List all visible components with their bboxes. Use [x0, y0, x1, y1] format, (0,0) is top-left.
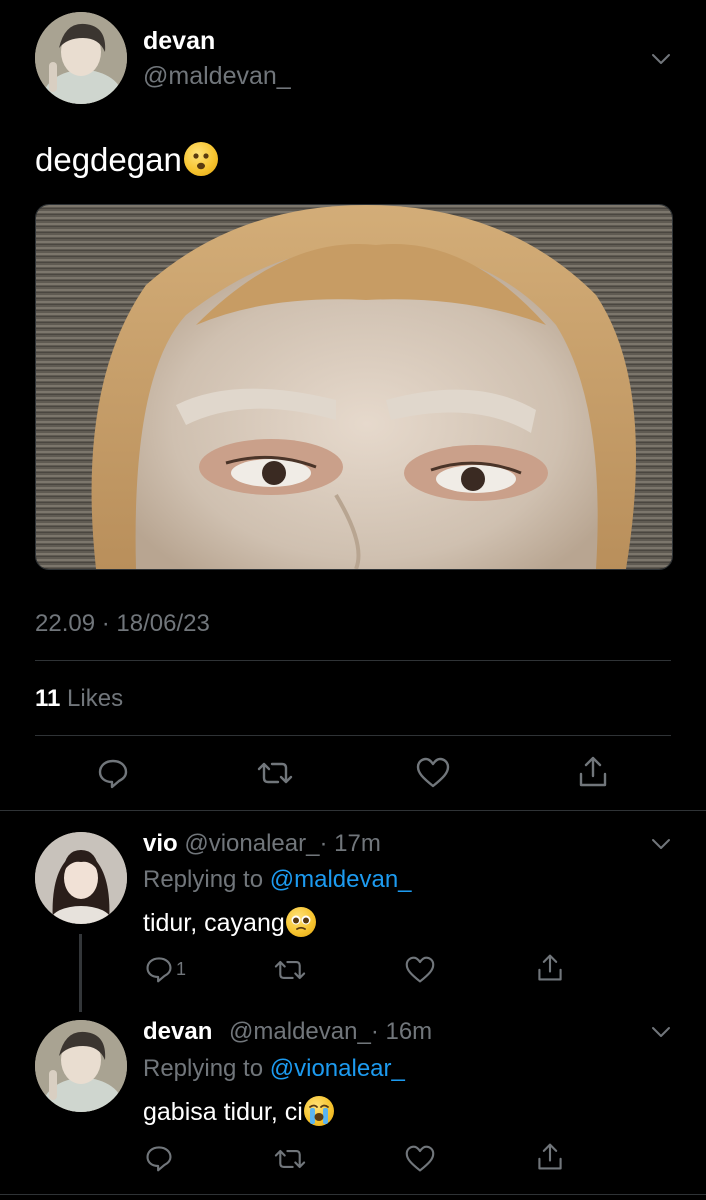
pleading-face-emoji-icon	[285, 907, 316, 938]
reply-text: gabisa tidur, ci	[143, 1095, 334, 1129]
heart-icon	[416, 757, 450, 788]
more-options-button[interactable]	[648, 48, 674, 70]
reply-author-handle[interactable]: @maldevan_	[229, 1018, 371, 1045]
more-options-button[interactable]	[648, 1021, 674, 1043]
reply-text-content: gabisa tidur, ci	[143, 1098, 303, 1126]
share-icon	[538, 954, 562, 981]
author-name[interactable]: devan	[143, 27, 215, 56]
reply-count: 1	[176, 959, 187, 979]
avatar-photo	[35, 832, 127, 924]
retweet-button[interactable]	[273, 955, 307, 985]
reply-author-name[interactable]: devan	[143, 1018, 212, 1045]
retweet-button[interactable]	[273, 1144, 307, 1174]
reply-header: vio @vionalear_· 17m	[143, 830, 381, 858]
like-button[interactable]	[404, 955, 436, 985]
reply-author-name[interactable]: vio	[143, 830, 178, 857]
reply-icon	[146, 1146, 172, 1172]
replying-to-handle[interactable]: @maldevan_	[270, 866, 412, 893]
author-handle[interactable]: @maldevan_	[143, 62, 291, 91]
like-button[interactable]	[404, 1144, 436, 1174]
heart-icon	[405, 956, 435, 983]
thread-connector-line	[79, 934, 82, 1012]
avatar-photo	[35, 12, 127, 104]
reply-text-content: tidur, cayang	[143, 909, 285, 937]
share-button[interactable]	[535, 1141, 565, 1173]
chevron-down-icon	[652, 1027, 670, 1037]
share-button[interactable]	[535, 952, 565, 984]
avatar-photo	[35, 1020, 127, 1112]
retweet-icon	[257, 762, 293, 784]
replying-to-line: Replying to @maldevan_	[143, 866, 412, 894]
tweet-timestamp[interactable]: 22.09 · 18/06/23	[35, 610, 210, 638]
reply-text: tidur, cayang	[143, 906, 316, 940]
reply-button[interactable]	[144, 1143, 174, 1173]
replying-to-prefix: Replying to	[143, 1055, 264, 1082]
reply-button[interactable]: 1	[144, 954, 196, 984]
tweet-image[interactable]	[35, 204, 673, 570]
likes-count: 11	[35, 685, 61, 712]
divider	[35, 660, 671, 661]
share-button[interactable]	[576, 754, 610, 790]
divider	[0, 1194, 706, 1195]
reply-time[interactable]: · 17m	[319, 830, 380, 857]
share-icon	[579, 756, 607, 787]
loudly-crying-face-emoji-icon	[303, 1096, 334, 1127]
divider	[35, 735, 671, 736]
heart-icon	[405, 1145, 435, 1172]
frowning-face-emoji-icon	[183, 142, 218, 177]
retweet-icon	[274, 961, 306, 979]
retweet-button[interactable]	[256, 756, 294, 790]
tweet-text: degdegan	[35, 140, 218, 180]
reply-header: devan @maldevan_· 16m	[143, 1018, 432, 1046]
selfie-photo	[36, 205, 672, 569]
reply-button[interactable]	[96, 756, 130, 790]
replying-to-handle[interactable]: @vionalear_	[270, 1055, 405, 1082]
reply-time[interactable]: · 16m	[371, 1018, 432, 1045]
replying-to-prefix: Replying to	[143, 866, 264, 893]
chevron-down-icon	[652, 839, 670, 849]
more-options-button[interactable]	[648, 833, 674, 855]
reply-avatar[interactable]	[35, 832, 127, 924]
author-avatar[interactable]	[35, 12, 127, 104]
tweet-text-content: degdegan	[35, 141, 182, 178]
like-button[interactable]	[415, 756, 451, 790]
retweet-icon	[274, 1150, 306, 1168]
share-icon	[538, 1143, 562, 1170]
reply-icon	[146, 957, 172, 983]
reply-avatar[interactable]	[35, 1020, 127, 1112]
chevron-down-icon	[652, 54, 670, 64]
likes-summary[interactable]: 11 Likes	[35, 685, 123, 713]
reply-icon	[98, 759, 128, 789]
likes-label: Likes	[67, 685, 124, 712]
replying-to-line: Replying to @vionalear_	[143, 1055, 405, 1083]
divider	[0, 810, 706, 811]
reply-author-handle[interactable]: @vionalear_	[184, 830, 319, 857]
